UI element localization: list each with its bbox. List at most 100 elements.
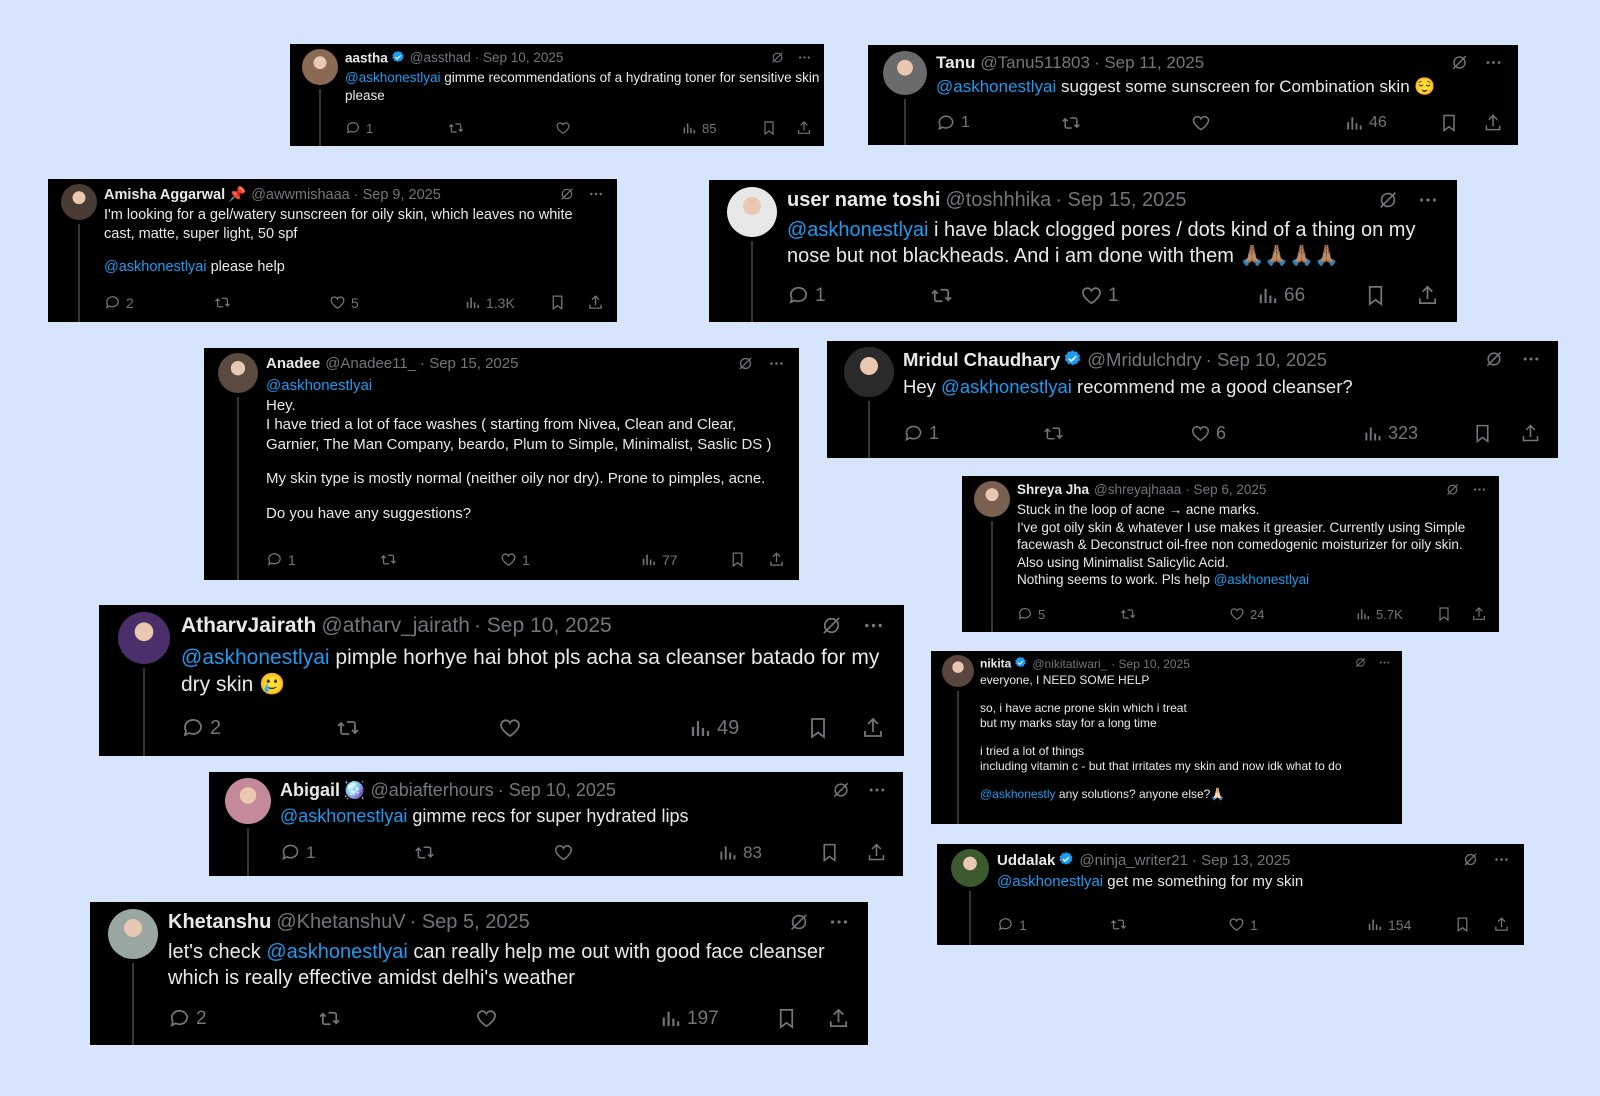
grok-icon[interactable] — [1377, 189, 1399, 211]
reply-icon[interactable] — [266, 551, 283, 568]
tweet-card[interactable]: Uddalak @ninja_writer21 · Sep 13, 2025 @ask… — [937, 844, 1524, 945]
timestamp[interactable]: · Sep 10, 2025 — [498, 780, 616, 800]
timestamp[interactable]: · Sep 9, 2025 — [354, 187, 441, 203]
views-button[interactable]: 66 — [1256, 284, 1305, 307]
grok-icon[interactable] — [1445, 482, 1460, 497]
bookmark-button[interactable] — [1364, 284, 1387, 307]
share-icon[interactable] — [796, 120, 812, 136]
avatar[interactable] — [883, 51, 927, 95]
like-button[interactable]: 5 — [329, 294, 359, 311]
tweet-card[interactable]: nikita @nikitatiwari_ · Sep 10, 2025 everyo… — [931, 651, 1402, 824]
like-icon[interactable] — [1190, 423, 1211, 444]
timestamp[interactable]: · Sep 6, 2025 — [1185, 482, 1266, 497]
handle[interactable]: @shreyajhaaa — [1094, 482, 1181, 497]
avatar[interactable] — [727, 187, 777, 237]
avatar[interactable] — [225, 778, 271, 824]
share-button[interactable] — [1483, 113, 1503, 133]
views-icon[interactable] — [1256, 284, 1279, 307]
bookmark-button[interactable] — [549, 294, 566, 311]
grok-icon[interactable] — [1462, 851, 1479, 868]
more-options-icon[interactable] — [1493, 851, 1510, 868]
more-options-icon[interactable] — [1472, 482, 1487, 497]
bookmark-button[interactable] — [1454, 916, 1471, 933]
like-icon[interactable] — [500, 551, 517, 568]
like-icon[interactable] — [329, 294, 346, 311]
like-button[interactable]: 1 — [1228, 916, 1258, 933]
share-icon[interactable] — [768, 551, 785, 568]
views-button[interactable]: 85 — [681, 120, 716, 136]
views-icon[interactable] — [681, 120, 697, 136]
views-button[interactable]: 46 — [1344, 113, 1387, 133]
handle[interactable]: @assthad — [410, 50, 471, 65]
repost-icon[interactable] — [930, 284, 953, 307]
avatar[interactable] — [61, 184, 97, 220]
grok-icon[interactable] — [559, 186, 575, 202]
mention-link[interactable]: @askhonestlyai — [266, 941, 407, 963]
display-name[interactable]: Khetanshu — [168, 911, 271, 933]
more-options-icon[interactable] — [1521, 349, 1541, 369]
grok-icon[interactable] — [1484, 349, 1504, 369]
repost-button[interactable] — [414, 842, 440, 863]
avatar[interactable] — [108, 909, 158, 959]
tweet-card[interactable]: Khetanshu @KhetanshuV · Sep 5, 2025 let's c… — [90, 902, 868, 1045]
share-icon[interactable] — [1493, 916, 1510, 933]
avatar[interactable] — [951, 849, 989, 887]
reply-icon[interactable] — [997, 916, 1014, 933]
display-name[interactable]: Anadee — [266, 355, 320, 372]
bookmark-icon[interactable] — [549, 294, 566, 311]
reply-icon[interactable] — [903, 423, 924, 444]
timestamp[interactable]: · Sep 10, 2025 — [1206, 349, 1327, 370]
grok-icon[interactable] — [831, 780, 851, 800]
tweet-card[interactable]: user name toshi @toshhhika · Sep 15, 2025 @… — [709, 180, 1457, 322]
bookmark-icon[interactable] — [1364, 284, 1387, 307]
mention-link[interactable]: @askhonestlyai — [345, 70, 441, 85]
reply-button[interactable]: 2 — [181, 716, 221, 740]
repost-button[interactable] — [930, 284, 958, 307]
repost-icon[interactable] — [414, 842, 435, 863]
mention-link[interactable]: @askhonestlyai — [941, 376, 1072, 397]
more-options-icon[interactable] — [797, 50, 812, 65]
views-icon[interactable] — [1355, 606, 1371, 622]
grok-icon[interactable] — [820, 614, 843, 637]
views-icon[interactable] — [1344, 113, 1364, 133]
timestamp[interactable]: · Sep 13, 2025 — [1192, 852, 1290, 869]
share-button[interactable] — [1471, 606, 1487, 622]
display-name[interactable]: Mridul Chaudhary — [903, 349, 1060, 370]
display-name[interactable]: Uddalak — [997, 852, 1055, 869]
reply-icon[interactable] — [787, 284, 810, 307]
reply-icon[interactable] — [936, 113, 956, 133]
repost-icon[interactable] — [318, 1007, 341, 1030]
more-options-icon[interactable] — [828, 911, 850, 933]
bookmark-button[interactable] — [1436, 606, 1452, 622]
like-icon[interactable] — [555, 120, 571, 136]
reply-icon[interactable] — [181, 716, 205, 740]
mention-link[interactable]: @askhonestlyai — [936, 77, 1056, 96]
more-options-icon[interactable] — [1484, 53, 1503, 72]
handle[interactable]: @Mridulchdry — [1087, 349, 1201, 370]
handle[interactable]: @Anadee11_ — [325, 355, 416, 372]
repost-button[interactable] — [380, 551, 402, 568]
more-options-icon[interactable] — [1417, 189, 1439, 211]
reply-button[interactable]: 1 — [936, 113, 970, 133]
bookmark-icon[interactable] — [761, 120, 777, 136]
bookmark-icon[interactable] — [1439, 113, 1459, 133]
grok-icon[interactable] — [788, 911, 810, 933]
views-icon[interactable] — [640, 551, 657, 568]
repost-button[interactable] — [1120, 606, 1141, 622]
reply-button[interactable]: 2 — [168, 1007, 207, 1030]
grok-icon[interactable] — [737, 355, 754, 372]
mention-link[interactable]: @askhonestlyai — [280, 806, 407, 826]
grok-icon[interactable] — [1354, 656, 1367, 669]
handle[interactable]: @nikitatiwari_ — [1032, 657, 1107, 671]
handle[interactable]: @KhetanshuV — [276, 911, 405, 933]
repost-icon[interactable] — [336, 716, 360, 740]
like-button[interactable] — [553, 842, 579, 863]
views-button[interactable]: 83 — [717, 842, 762, 863]
bookmark-button[interactable] — [1472, 423, 1493, 444]
repost-icon[interactable] — [214, 294, 231, 311]
repost-icon[interactable] — [1120, 606, 1136, 622]
like-icon[interactable] — [498, 716, 522, 740]
more-options-icon[interactable] — [768, 355, 785, 372]
like-button[interactable] — [475, 1007, 503, 1030]
tweet-card[interactable]: Tanu @Tanu511803 · Sep 11, 2025 @askhonestl… — [868, 45, 1518, 145]
